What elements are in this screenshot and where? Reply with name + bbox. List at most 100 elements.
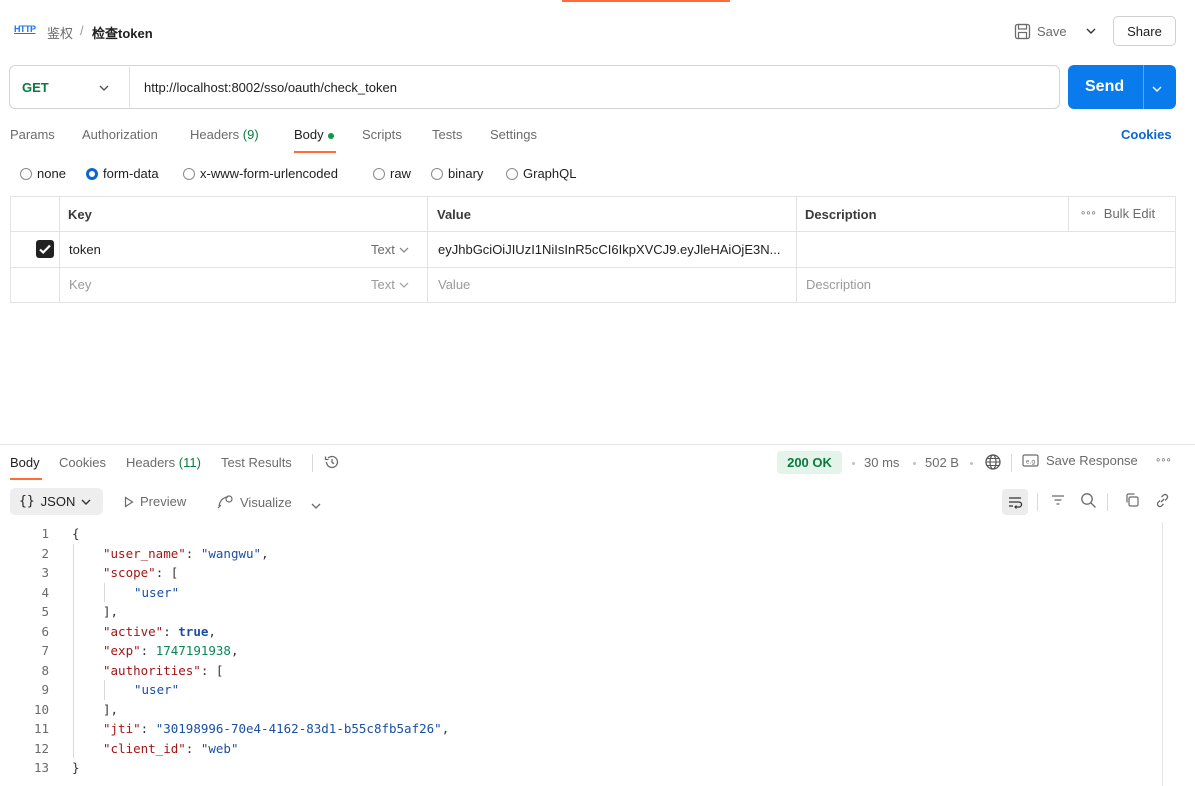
save-button[interactable]: Save bbox=[1014, 18, 1067, 44]
new-type-select[interactable]: Text bbox=[371, 277, 409, 292]
new-value-input[interactable]: Value bbox=[438, 277, 470, 292]
json-key: "user_name" bbox=[103, 545, 186, 561]
code-line: 3 "scope": [ bbox=[0, 563, 1150, 583]
request-name[interactable]: 检查token bbox=[92, 23, 153, 42]
headers-count: (9) bbox=[242, 127, 259, 142]
radio-binary[interactable]: binary bbox=[431, 166, 483, 181]
visualize-icon bbox=[217, 495, 233, 509]
wrap-lines-button[interactable] bbox=[1002, 489, 1028, 515]
more-options-icon[interactable]: ∘∘∘ bbox=[1155, 455, 1172, 466]
toolbar-divider bbox=[1107, 493, 1108, 511]
bulk-edit-button[interactable]: ∘∘∘ Bulk Edit bbox=[1080, 206, 1155, 221]
chevron-down-icon bbox=[81, 499, 91, 505]
history-icon[interactable] bbox=[323, 453, 341, 474]
tab-settings[interactable]: Settings bbox=[490, 127, 537, 142]
more-dots-icon: ∘∘∘ bbox=[1080, 208, 1097, 219]
json-boolean: true bbox=[178, 623, 209, 639]
row-value[interactable]: eyJhbGciOiJIUzI1NiIsInR5cCI6IkpXVCJ9.eyJ… bbox=[438, 242, 790, 257]
copy-icon[interactable] bbox=[1124, 492, 1140, 511]
tab-authorization[interactable]: Authorization bbox=[82, 127, 158, 142]
send-label[interactable]: Send bbox=[1085, 78, 1124, 96]
separator-dot bbox=[970, 462, 973, 465]
code-line: 4 "user" bbox=[0, 583, 1150, 603]
code-line: 11 "jti": "30198996-70e4-4162-83d1-b55c8f… bbox=[0, 719, 1150, 739]
radio-icon bbox=[20, 167, 32, 180]
json-punctuation: } bbox=[72, 760, 80, 775]
visualize-button[interactable]: Visualize bbox=[216, 494, 292, 510]
save-response-icon: e.g bbox=[1022, 454, 1039, 467]
row-type-select[interactable]: Text bbox=[371, 242, 409, 257]
json-punctuation: : bbox=[185, 740, 201, 756]
filter-icon[interactable] bbox=[1050, 492, 1066, 511]
link-icon[interactable] bbox=[1154, 492, 1171, 512]
response-tab-underline bbox=[10, 478, 42, 480]
response-tab-headers[interactable]: Headers (11) bbox=[126, 455, 201, 470]
tab-headers[interactable]: Headers (9) bbox=[190, 127, 259, 142]
tab-tests[interactable]: Tests bbox=[432, 127, 462, 142]
json-key: "active" bbox=[103, 623, 164, 639]
send-options-chevron-icon[interactable] bbox=[1152, 80, 1162, 95]
code-line: 9 "user" bbox=[0, 680, 1150, 700]
tab-scripts[interactable]: Scripts bbox=[362, 127, 402, 142]
code-content: "jti": "30198996-70e4-4162-83d1-b55c8fb5… bbox=[103, 719, 449, 739]
search-icon[interactable] bbox=[1080, 492, 1097, 512]
code-content: "client_id": "web" bbox=[103, 739, 239, 759]
cookies-link[interactable]: Cookies bbox=[1121, 127, 1172, 142]
response-size[interactable]: 502 B bbox=[925, 455, 959, 470]
radio-urlencoded[interactable]: x-www-form-urlencoded bbox=[183, 166, 338, 181]
svg-text:e.g: e.g bbox=[1026, 459, 1036, 466]
radio-graphql[interactable]: GraphQL bbox=[506, 166, 576, 181]
radio-raw[interactable]: raw bbox=[373, 166, 411, 181]
row-enabled-checkbox[interactable] bbox=[36, 240, 54, 258]
code-content: { bbox=[72, 524, 80, 544]
code-content: "user_name": "wangwu", bbox=[103, 544, 269, 564]
new-key-input[interactable]: Key bbox=[69, 277, 91, 292]
save-options-dropdown[interactable] bbox=[1076, 18, 1106, 44]
editor-scroll-track[interactable] bbox=[1162, 522, 1163, 786]
code-content: ], bbox=[103, 700, 118, 720]
format-select[interactable]: {} JSON bbox=[10, 488, 103, 515]
code-content: "user" bbox=[134, 680, 179, 700]
json-punctuation: , bbox=[441, 721, 450, 736]
row-key[interactable]: token bbox=[69, 242, 101, 257]
code-content: ], bbox=[103, 602, 118, 622]
chevron-down-icon[interactable] bbox=[99, 79, 109, 94]
body-indicator-dot bbox=[327, 132, 334, 139]
status-badge[interactable]: 200 OK bbox=[777, 451, 842, 474]
code-content: "user" bbox=[134, 583, 179, 603]
line-number: 2 bbox=[41, 545, 49, 561]
radio-selected-icon bbox=[86, 167, 98, 180]
breadcrumb-collection[interactable]: 鉴权 bbox=[47, 23, 73, 42]
tab-body[interactable]: Body bbox=[294, 127, 334, 142]
column-header-key: Key bbox=[68, 207, 92, 222]
tab-params[interactable]: Params bbox=[10, 127, 55, 142]
response-time[interactable]: 30 ms bbox=[864, 455, 899, 470]
json-string: "web" bbox=[200, 740, 239, 756]
chevron-down-icon bbox=[399, 282, 409, 288]
table-divider bbox=[427, 196, 428, 303]
preview-button[interactable]: Preview bbox=[124, 494, 186, 509]
send-divider bbox=[1143, 65, 1144, 109]
new-description-input[interactable]: Description bbox=[806, 277, 871, 292]
line-number: 5 bbox=[41, 604, 49, 619]
response-tab-test-results[interactable]: Test Results bbox=[221, 455, 292, 470]
radio-form-data[interactable]: form-data bbox=[86, 166, 159, 181]
save-response-button[interactable]: e.g Save Response bbox=[1022, 453, 1138, 468]
json-punctuation: , bbox=[230, 643, 239, 658]
radio-none[interactable]: none bbox=[20, 166, 66, 181]
response-tab-cookies[interactable]: Cookies bbox=[59, 455, 106, 470]
json-punctuation: , bbox=[261, 545, 269, 561]
http-method-select[interactable]: GET bbox=[22, 80, 49, 95]
code-line: 12 "client_id": "web" bbox=[0, 739, 1150, 759]
json-key: "authorities" bbox=[103, 662, 201, 678]
visualize-dropdown-chevron-icon[interactable] bbox=[311, 497, 321, 512]
url-divider bbox=[129, 67, 130, 107]
globe-icon[interactable] bbox=[984, 453, 1002, 474]
code-content: "scope": [ bbox=[103, 563, 178, 583]
share-button[interactable]: Share bbox=[1113, 16, 1176, 46]
code-content: "active": true, bbox=[103, 622, 216, 642]
column-header-description: Description bbox=[805, 207, 877, 222]
table-divider bbox=[796, 196, 797, 303]
response-tab-body[interactable]: Body bbox=[10, 455, 40, 470]
url-input[interactable]: http://localhost:8002/sso/oauth/check_to… bbox=[144, 80, 397, 95]
